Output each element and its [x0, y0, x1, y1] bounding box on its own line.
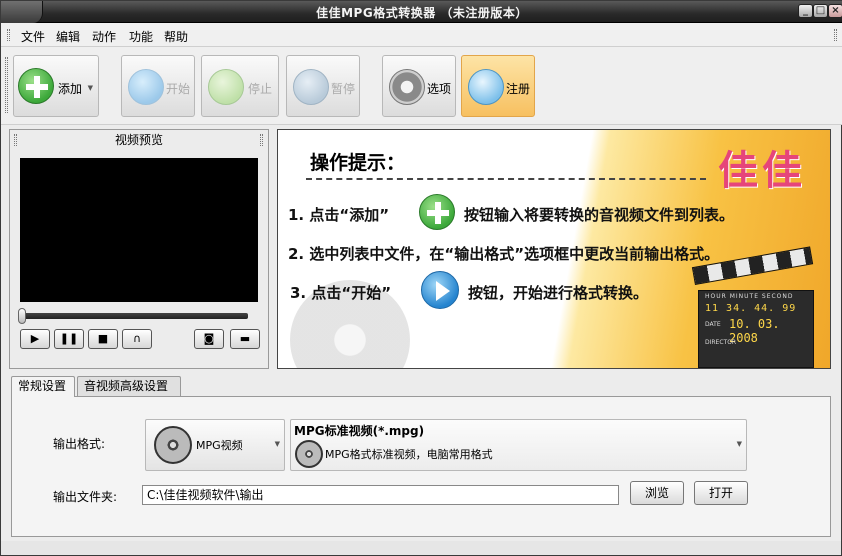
tip-line-1a: 1. 点击“添加”	[288, 206, 390, 224]
format-category-select[interactable]: MPG视频 ▼	[145, 419, 285, 471]
tips-title: 操作提示：	[310, 152, 406, 174]
video-preview-title: 视频预览	[114, 133, 163, 147]
status-bar	[1, 541, 841, 555]
video-preview-panel: 视频预览 ▶ ❚❚ ■ ∩ ◙ ▬	[9, 129, 269, 369]
menu-edit[interactable]: 编辑	[56, 28, 80, 45]
clap-time-label: HOUR MINUTE SECOND	[705, 293, 794, 300]
toolbar-grip-icon	[5, 57, 8, 113]
menu-grip-right-icon	[834, 29, 837, 41]
stop-icon: ■	[97, 332, 109, 345]
options-button[interactable]: 选项	[382, 55, 456, 117]
tips-divider	[306, 178, 706, 180]
menu-grip-icon	[7, 29, 10, 41]
format-category-value: MPG视频	[196, 439, 243, 452]
open-folder-button[interactable]: ▬	[230, 329, 260, 349]
title-bar: 佳佳MPG格式转换器 （未注册版本） _ □ ×	[1, 1, 842, 23]
register-button-label: 注册	[506, 82, 531, 96]
start-button-label: 开始	[166, 82, 191, 96]
chevron-down-icon[interactable]: ▼	[88, 84, 93, 92]
add-button-label: 添加	[58, 82, 83, 96]
play-icon	[128, 69, 164, 105]
stop-button[interactable]: 停止	[201, 55, 279, 117]
film-reel-icon	[295, 440, 323, 468]
stop-preview-button[interactable]: ■	[88, 329, 118, 349]
play-icon: ▶	[30, 332, 40, 345]
browse-button[interactable]: 浏览	[630, 481, 684, 505]
basket-icon	[468, 69, 504, 105]
tab-advanced-av-settings[interactable]: 音视频高级设置	[77, 376, 181, 396]
clap-date: 10. 03. 2008	[729, 317, 780, 345]
menu-function[interactable]: 功能	[129, 28, 153, 45]
film-reel-icon	[154, 426, 192, 464]
window-title: 佳佳MPG格式转换器 （未注册版本）	[316, 6, 528, 20]
format-type-description: MPG格式标准视频，电脑常用格式	[325, 448, 493, 461]
tip-line-1b: 按钮输入将要转换的音视频文件到列表。	[464, 206, 735, 224]
minimize-button[interactable]: _	[798, 4, 813, 18]
tips-banner: 操作提示： 佳佳 1. 点击“添加” 按钮输入将要转换的音视频文件到列表。 2.…	[277, 129, 831, 369]
stop-button-label: 停止	[248, 82, 273, 96]
tab-general-settings[interactable]: 常规设置	[11, 376, 75, 397]
gear-icon	[389, 69, 425, 105]
menu-file[interactable]: 文件	[21, 28, 45, 45]
clap-time: 11 34. 44. 99	[705, 303, 797, 314]
register-button[interactable]: 注册	[461, 55, 535, 117]
chevron-down-icon[interactable]: ▼	[275, 440, 280, 448]
stop-icon	[208, 69, 244, 105]
pause-preview-button[interactable]: ❚❚	[54, 329, 84, 349]
folder-icon: ▬	[239, 332, 251, 345]
toolbar: 添加 ▼ 开始 停止 暂停 选项 注册	[1, 47, 842, 125]
menu-help[interactable]: 帮助	[164, 28, 188, 45]
pause-button[interactable]: 暂停	[286, 55, 360, 117]
clapperboard-icon: HOUR MINUTE SECOND 11 34. 44. 99 DATE 10…	[691, 246, 814, 368]
menu-action[interactable]: 动作	[92, 28, 116, 45]
clap-date-label: DATE	[705, 321, 721, 328]
video-display[interactable]	[20, 158, 258, 302]
panel-grip-right-icon	[260, 134, 263, 146]
start-button[interactable]: 开始	[121, 55, 195, 117]
camera-icon: ◙	[203, 332, 215, 345]
seek-handle[interactable]	[18, 308, 26, 324]
volume-button[interactable]: ∩	[122, 329, 152, 349]
add-button[interactable]: 添加 ▼	[13, 55, 99, 117]
output-folder-input[interactable]: C:\佳佳视频软件\输出	[142, 485, 619, 505]
format-type-name: MPG标准视频(*.mpg)	[294, 424, 425, 438]
snapshot-button[interactable]: ◙	[194, 329, 224, 349]
tip-line-3b: 按钮，开始进行格式转换。	[468, 284, 649, 302]
menu-bar: 文件 编辑 动作 功能 帮助	[1, 23, 842, 47]
clap-director-label: DIRECTOR	[705, 339, 737, 346]
add-plus-icon	[18, 68, 54, 104]
close-button[interactable]: ×	[828, 4, 842, 18]
pause-icon: ❚❚	[59, 332, 79, 345]
panel-grip-left-icon	[14, 134, 17, 146]
options-button-label: 选项	[427, 82, 452, 96]
pause-icon	[293, 69, 329, 105]
maximize-button[interactable]: □	[813, 4, 828, 18]
format-type-select[interactable]: MPG标准视频(*.mpg) MPG格式标准视频，电脑常用格式 ▼	[290, 419, 747, 471]
tip-line-3a: 3. 点击“开始”	[290, 284, 392, 302]
pause-button-label: 暂停	[331, 82, 356, 96]
output-format-label: 输出格式:	[53, 437, 106, 451]
open-button[interactable]: 打开	[694, 481, 748, 505]
output-folder-label: 输出文件夹:	[53, 490, 118, 504]
play-button[interactable]: ▶	[20, 329, 50, 349]
chevron-down-icon[interactable]: ▼	[737, 440, 742, 448]
headphones-icon: ∩	[132, 332, 142, 345]
brand-logo: 佳佳	[718, 147, 806, 194]
add-plus-icon	[419, 194, 455, 230]
play-icon	[421, 271, 459, 309]
seek-bar[interactable]	[20, 313, 248, 319]
main-window: 佳佳MPG格式转换器 （未注册版本） _ □ × 文件 编辑 动作 功能 帮助 …	[0, 0, 842, 556]
tip-line-2: 2. 选中列表中文件，在“输出格式”选项框中更改当前输出格式。	[288, 245, 720, 263]
